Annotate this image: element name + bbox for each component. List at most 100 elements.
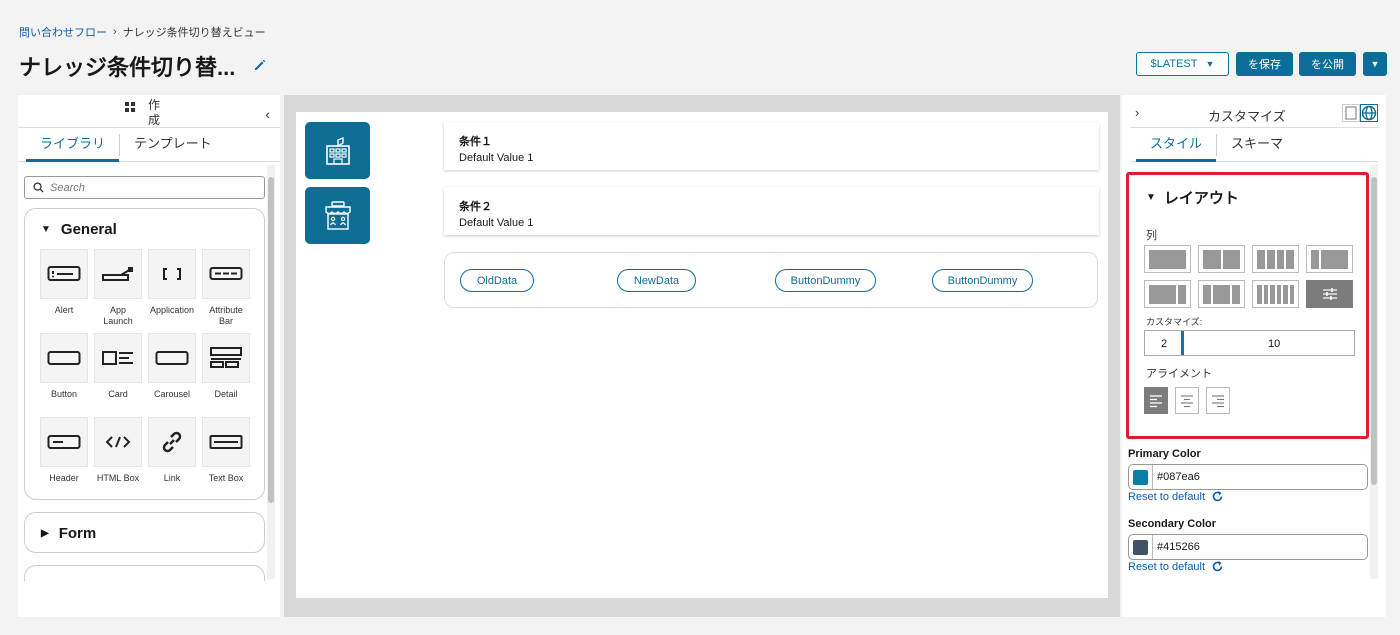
layout-section-header[interactable]: ▼ レイアウト (1146, 187, 1239, 208)
tab-templates[interactable]: テンプレート (120, 128, 226, 162)
section-general: ▼ General Alert App Launch Application A… (24, 208, 265, 500)
canvas-area: 条件１ Default Value 1 条件２ Default Value 1 … (284, 95, 1120, 617)
component-detail[interactable]: Detail (202, 333, 250, 417)
component-grid: Alert App Launch Application Attribute B… (25, 249, 264, 501)
columns-2-option[interactable] (1198, 245, 1245, 273)
alignment-options (1144, 387, 1230, 414)
button-dummy-1[interactable]: ButtonDummy (775, 269, 876, 292)
columns-6-option[interactable] (1252, 280, 1299, 308)
component-card[interactable]: Card (94, 333, 142, 417)
button-icon (47, 351, 81, 365)
old-data-button[interactable]: OldData (460, 269, 534, 292)
align-center-option[interactable] (1175, 387, 1199, 414)
columns-1-option[interactable] (1144, 245, 1191, 273)
field-divider (1152, 535, 1153, 559)
secondary-color-field[interactable] (1128, 534, 1368, 560)
columns-3-1-option[interactable] (1144, 280, 1191, 308)
condition-card-1[interactable]: 条件１ Default Value 1 (444, 122, 1099, 170)
component-button[interactable]: Button (40, 333, 88, 417)
canvas: 条件１ Default Value 1 条件２ Default Value 1 … (296, 112, 1108, 598)
layout-title: レイアウト (1163, 190, 1239, 207)
column-options (1144, 245, 1353, 308)
primary-color-swatch[interactable] (1133, 469, 1148, 485)
component-alert[interactable]: Alert (40, 249, 88, 333)
primary-color-field[interactable] (1128, 464, 1368, 490)
secondary-color-input[interactable] (1157, 541, 1357, 553)
button-dummy-2[interactable]: ButtonDummy (932, 269, 1033, 292)
columns-1-3-option[interactable] (1306, 245, 1353, 273)
caret-down-icon: ▼ (1205, 59, 1215, 69)
scrollbar-thumb[interactable] (1371, 177, 1377, 485)
ratio-handle[interactable] (1181, 331, 1184, 355)
section-form[interactable]: ▶ Form (24, 512, 265, 553)
align-left-option[interactable] (1144, 387, 1168, 414)
condition-card-2[interactable]: 条件２ Default Value 1 (444, 187, 1099, 235)
publish-button[interactable]: を公開 (1299, 52, 1356, 76)
primary-color-reset-link[interactable]: Reset to default (1128, 490, 1224, 503)
caret-down-icon: ▼ (1370, 59, 1380, 69)
customize-scrollbar[interactable] (1370, 165, 1378, 579)
breadcrumb-parent-link[interactable]: 問い合わせフロー (19, 24, 107, 40)
sliders-icon (1322, 288, 1337, 300)
page-icon[interactable] (1342, 104, 1360, 122)
save-button[interactable]: を保存 (1236, 52, 1293, 76)
alert-icon (47, 266, 81, 281)
columns-3-option[interactable] (1198, 280, 1245, 308)
primary-color-input[interactable] (1157, 471, 1357, 483)
align-right-icon (1212, 394, 1224, 407)
column-ratio-slider[interactable]: 2 10 (1144, 330, 1355, 356)
component-html-box[interactable]: HTML Box (94, 417, 142, 501)
refresh-icon (1212, 561, 1223, 572)
component-header[interactable]: Header (40, 417, 88, 501)
scrollbar-thumb[interactable] (268, 177, 274, 503)
customize-panel-title: カスタマイズ (1208, 109, 1286, 124)
section-title: General (60, 220, 117, 238)
nav-tile-building[interactable] (305, 122, 370, 179)
globe-icon[interactable] (1360, 104, 1378, 122)
secondary-color-swatch[interactable] (1133, 539, 1148, 555)
component-scrollbar[interactable] (267, 165, 275, 579)
chevron-left-icon[interactable]: ‹ (265, 106, 270, 122)
columns-4-option[interactable] (1252, 245, 1299, 273)
builder-panel-title: 作成 (148, 98, 161, 127)
building-icon (325, 136, 350, 165)
tab-style[interactable]: スタイル (1136, 128, 1217, 162)
carousel-icon (155, 351, 189, 365)
reset-label: Reset to default (1128, 560, 1206, 573)
component-app-launch[interactable]: App Launch (94, 249, 142, 333)
component-search[interactable] (24, 176, 265, 199)
section-general-header[interactable]: ▼ General (25, 209, 264, 249)
nav-tile-store[interactable] (305, 187, 370, 244)
primary-color-label: Primary Color (1128, 448, 1201, 460)
align-left-icon (1150, 394, 1162, 407)
component-application[interactable]: Application (148, 249, 196, 333)
caret-down-icon: ▼ (41, 223, 51, 235)
pencil-icon[interactable] (252, 57, 268, 73)
section-title: Form (58, 524, 97, 542)
chevron-right-icon[interactable]: › (1135, 105, 1139, 120)
grid-icon (125, 102, 135, 112)
align-right-option[interactable] (1206, 387, 1230, 414)
align-center-icon (1181, 394, 1193, 407)
component-carousel[interactable]: Carousel (148, 333, 196, 417)
reset-label: Reset to default (1128, 490, 1206, 503)
version-dropdown-button[interactable]: $LATEST ▼ (1136, 52, 1229, 76)
app-launch-icon (102, 267, 133, 281)
application-icon (163, 268, 181, 280)
ratio-left-value: 2 (1161, 338, 1168, 350)
tab-schema[interactable]: スキーマ (1217, 128, 1297, 162)
component-text-box[interactable]: Text Box (202, 417, 250, 501)
component-attribute-bar[interactable]: Attribute Bar (202, 249, 250, 333)
tab-library[interactable]: ライブラリ (26, 128, 120, 162)
new-data-button[interactable]: NewData (617, 269, 696, 292)
columns-custom-option[interactable] (1306, 280, 1353, 308)
customize-panel-header: › カスタマイズ (1130, 95, 1378, 128)
secondary-color-reset-link[interactable]: Reset to default (1128, 560, 1224, 573)
search-input[interactable] (50, 181, 250, 194)
section-form-header[interactable]: ▶ Form (25, 513, 264, 553)
component-link[interactable]: Link (148, 417, 196, 501)
card-icon (102, 351, 133, 365)
condition-value: Default Value 1 (459, 152, 534, 164)
section-next[interactable] (24, 565, 265, 581)
more-actions-button[interactable]: ▼ (1363, 52, 1387, 76)
